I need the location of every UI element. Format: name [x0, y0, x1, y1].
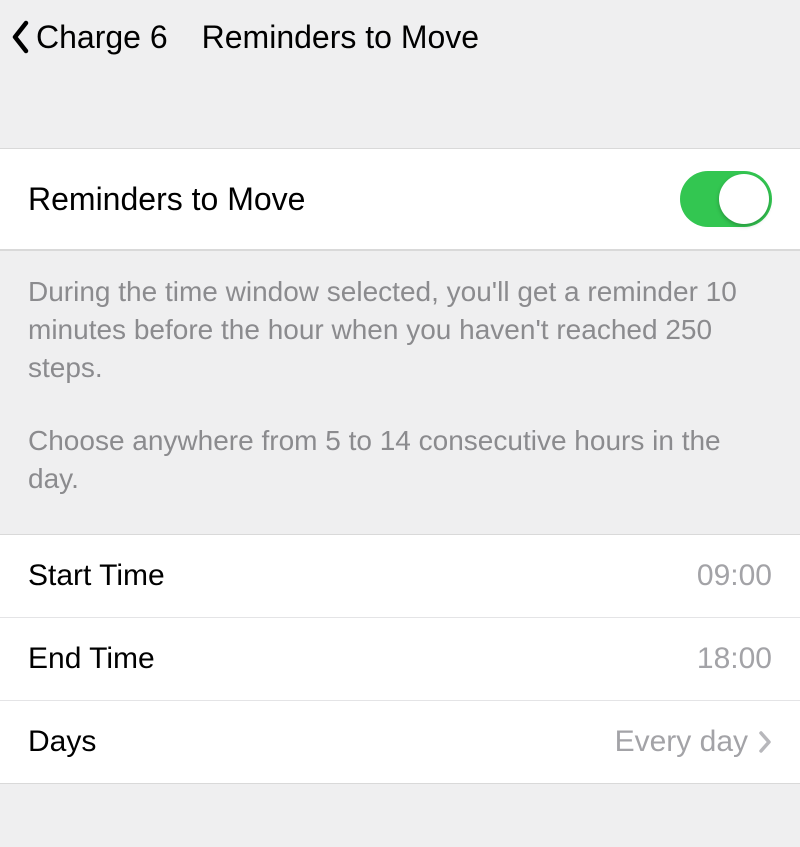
end-time-label: End Time	[28, 642, 155, 676]
days-value: Every day	[615, 725, 748, 759]
toggle-section: Reminders to Move	[0, 148, 800, 250]
end-time-value: 18:00	[697, 642, 772, 676]
days-value-wrap: Every day	[615, 725, 772, 759]
description-text: During the time window selected, you'll …	[0, 250, 800, 534]
reminders-toggle-row: Reminders to Move	[0, 149, 800, 249]
reminders-toggle[interactable]	[680, 171, 772, 227]
days-label: Days	[28, 725, 96, 759]
description-paragraph-1: During the time window selected, you'll …	[28, 273, 772, 386]
page-title: Reminders to Move	[202, 19, 479, 56]
chevron-right-icon	[758, 730, 772, 754]
start-time-row[interactable]: Start Time 09:00	[0, 534, 800, 617]
back-button[interactable]: Charge 6	[10, 19, 168, 56]
start-time-label: Start Time	[28, 559, 165, 593]
description-paragraph-2: Choose anywhere from 5 to 14 consecutive…	[28, 422, 772, 498]
section-gap	[0, 74, 800, 148]
back-label: Charge 6	[36, 19, 168, 56]
start-time-value: 09:00	[697, 559, 772, 593]
chevron-left-icon	[10, 20, 30, 54]
days-row[interactable]: Days Every day	[0, 700, 800, 783]
settings-list: Start Time 09:00 End Time 18:00 Days Eve…	[0, 534, 800, 784]
toggle-knob	[719, 174, 769, 224]
end-time-row[interactable]: End Time 18:00	[0, 617, 800, 700]
toggle-label: Reminders to Move	[28, 181, 305, 218]
nav-bar: Charge 6 Reminders to Move	[0, 0, 800, 74]
